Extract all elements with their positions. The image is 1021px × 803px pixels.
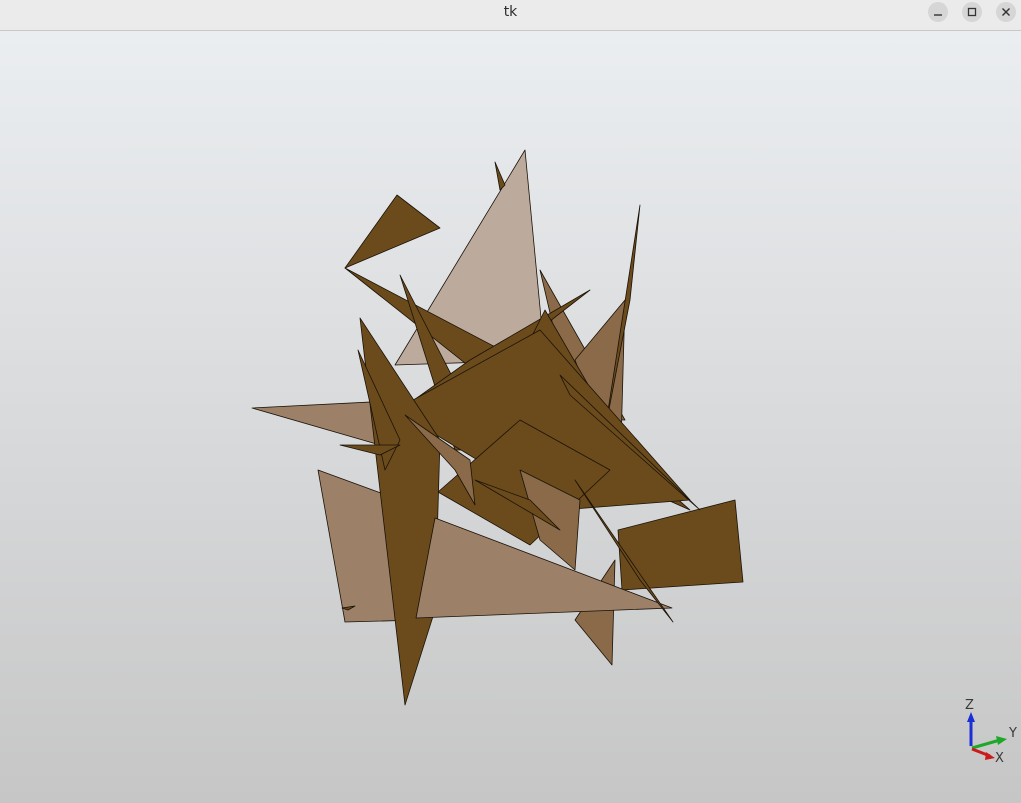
app-window: tk Z Y X	[0, 0, 1021, 803]
maximize-icon	[967, 7, 977, 17]
minimize-icon	[934, 14, 942, 16]
triangle-scene[interactable]: Z Y X	[0, 31, 1021, 803]
close-button[interactable]	[996, 2, 1016, 22]
x-axis-arrowhead	[985, 752, 995, 760]
triangle-facet	[494, 161, 506, 191]
triangle-facet	[344, 194, 441, 269]
x-axis-label: X	[995, 751, 1004, 766]
3d-viewport[interactable]: Z Y X	[0, 31, 1021, 803]
title-bar[interactable]: tk	[0, 0, 1021, 31]
y-axis-label: Y	[1008, 726, 1017, 741]
triangle-mesh	[251, 149, 744, 706]
close-icon	[1002, 8, 1010, 16]
triangle-facet	[617, 499, 744, 591]
axes-triad: Z Y X	[965, 698, 1017, 766]
window-title: tk	[503, 4, 518, 20]
y-axis-arrow	[971, 738, 1001, 750]
y-axis-arrowhead	[996, 736, 1007, 745]
minimize-button[interactable]	[928, 2, 948, 22]
z-axis-label: Z	[965, 698, 974, 713]
maximize-button[interactable]	[962, 2, 982, 22]
z-axis-arrowhead	[967, 712, 975, 722]
